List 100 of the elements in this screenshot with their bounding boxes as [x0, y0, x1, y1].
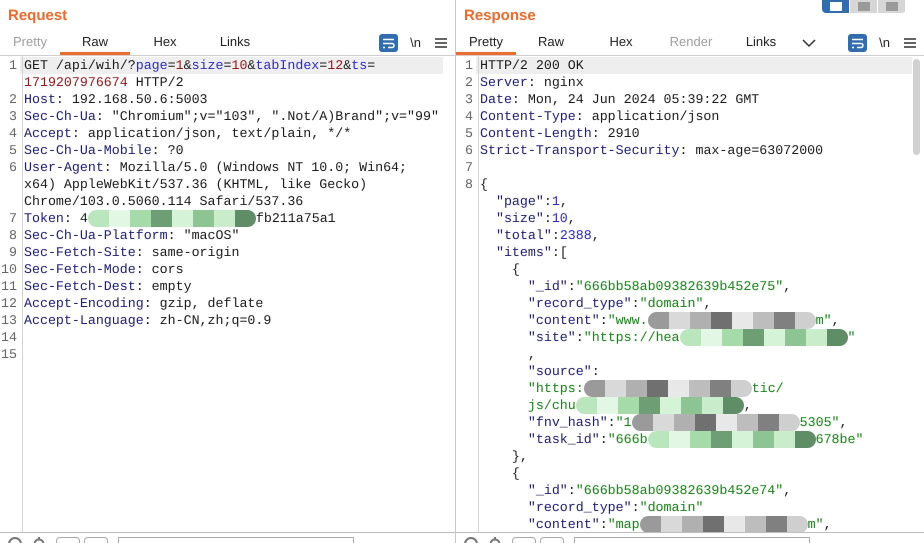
- code-text: =: [367, 57, 376, 74]
- code-text: :: [600, 516, 608, 532]
- code-text: "task_id": [526, 431, 600, 448]
- code-text: : Mon, 24 Jun 2024 05:39:22 GMT: [512, 91, 760, 108]
- code-text: :: [544, 193, 552, 210]
- code-text: "size": [494, 210, 544, 227]
- line-number: 9: [9, 245, 17, 260]
- code-text: Sec-Fetch-Site: [24, 244, 136, 261]
- code-text: "www.: [608, 312, 648, 329]
- layout-button[interactable]: [878, 0, 906, 13]
- line-number: 6: [465, 143, 473, 158]
- code-text: Token: [24, 210, 64, 227]
- pane-title: Request: [8, 6, 68, 26]
- code-text: : Mozilla/5.0 (Windows NT 10.0; Win64;: [104, 159, 408, 176]
- code-text: : nginx: [528, 74, 584, 91]
- line-number: 1: [465, 58, 473, 73]
- code-text: js/chu: [526, 397, 576, 414]
- line-number: 4: [9, 126, 17, 141]
- code-text: ,: [703, 295, 712, 312]
- menu-icon[interactable]: [904, 38, 916, 48]
- tab[interactable]: Links: [200, 31, 270, 55]
- line-number: 15: [1, 347, 17, 362]
- code-text: "666bb58ab09382639b452e75": [576, 278, 784, 295]
- code-text: Sec-Ch-Ua: [24, 108, 96, 125]
- code-text: ,: [783, 278, 792, 295]
- newline-toggle[interactable]: \n: [879, 33, 890, 53]
- code-text: m": [816, 312, 832, 329]
- line-number: 3: [9, 109, 17, 124]
- code-text: ,: [592, 227, 600, 244]
- code-text: 1719207976674: [24, 74, 128, 91]
- code-text: &: [247, 57, 256, 74]
- scrollbar[interactable]: [913, 59, 920, 155]
- code-text: "page": [494, 193, 544, 210]
- code-text: tabIndex: [255, 57, 320, 74]
- code-text: 12: [327, 57, 344, 74]
- code-text: fb211a75a1: [256, 210, 336, 227]
- code-text: :: [576, 329, 584, 346]
- code-text: Accept: [24, 125, 72, 142]
- code-text: GET /api/wih/?: [24, 57, 136, 74]
- code-text: "items": [494, 244, 552, 261]
- code-text: "site": [526, 329, 576, 346]
- code-text: Date: [480, 91, 512, 108]
- code-text: {: [510, 261, 520, 278]
- code-text: =: [168, 57, 176, 74]
- layout-button[interactable]: [850, 0, 878, 13]
- code-text: :: [600, 431, 608, 448]
- code-text: 678be": [816, 431, 864, 448]
- code-text: "666b: [608, 431, 648, 448]
- line-number: 8: [9, 228, 17, 243]
- code-text: "record_type": [526, 295, 632, 312]
- code-text: User-Agent: [24, 159, 104, 176]
- code-text: Strict-Transport-Security: [480, 142, 680, 159]
- code-text: 5305": [800, 414, 840, 431]
- code-text: "https:: [526, 380, 584, 397]
- code-text: "https://hea: [584, 329, 680, 346]
- line-number: 4: [465, 109, 473, 124]
- code-text: ,: [526, 346, 536, 363]
- code-text: Content-Length: [480, 125, 592, 142]
- layout-button[interactable]: [822, 0, 850, 13]
- code-text: : application/json, text/plain, */*: [72, 125, 352, 142]
- code-text: :: [632, 295, 640, 312]
- word-wrap-icon[interactable]: [379, 34, 398, 52]
- code-text: : cors: [136, 261, 184, 278]
- code-text: Host: [24, 91, 56, 108]
- code-text: : 192.168.50.6:5003: [56, 91, 208, 108]
- newline-toggle[interactable]: \n: [410, 33, 421, 53]
- code-text: "record_type": [526, 499, 632, 516]
- line-number: 14: [1, 330, 17, 345]
- word-wrap-icon[interactable]: [848, 34, 868, 52]
- code-text: &: [343, 57, 352, 74]
- line-number: 5: [465, 126, 473, 141]
- code-text: "1: [616, 414, 632, 431]
- code-text: 10: [552, 210, 568, 227]
- code-text: : 4: [64, 210, 88, 227]
- tab[interactable]: Links: [726, 31, 796, 55]
- code-text: :: [608, 414, 616, 431]
- code-text: 10: [232, 57, 248, 74]
- code-text: ,: [744, 397, 752, 414]
- tab[interactable]: Raw: [516, 31, 586, 55]
- code-text: 2388: [560, 227, 592, 244]
- code-text: ,: [568, 210, 576, 227]
- code-text: :: [592, 363, 600, 380]
- code-text: Sec-Ch-Ua-Platform: [24, 227, 168, 244]
- tab[interactable]: Hex: [130, 31, 200, 55]
- code-text: x64) AppleWebKit/537.36 (KHTML, like Gecko): [24, 176, 368, 193]
- code-text: "domain": [640, 295, 704, 312]
- code-text: Sec-Fetch-Dest: [24, 278, 136, 295]
- code-text: Server: [480, 74, 528, 91]
- line-number: 2: [465, 75, 473, 90]
- code-text: :: [600, 312, 608, 329]
- code-text: "content": [526, 312, 600, 329]
- tab[interactable]: Hex: [586, 31, 656, 55]
- menu-icon[interactable]: [435, 38, 447, 48]
- code-text: : same-origin: [136, 244, 240, 261]
- code-text: Sec-Ch-Ua-Mobile: [24, 142, 152, 159]
- line-number: 1: [9, 58, 17, 73]
- code-text: &: [184, 57, 192, 74]
- code-text: "fnv_hash": [526, 414, 608, 431]
- code-text: ts: [351, 57, 368, 74]
- code-text: {: [510, 465, 520, 482]
